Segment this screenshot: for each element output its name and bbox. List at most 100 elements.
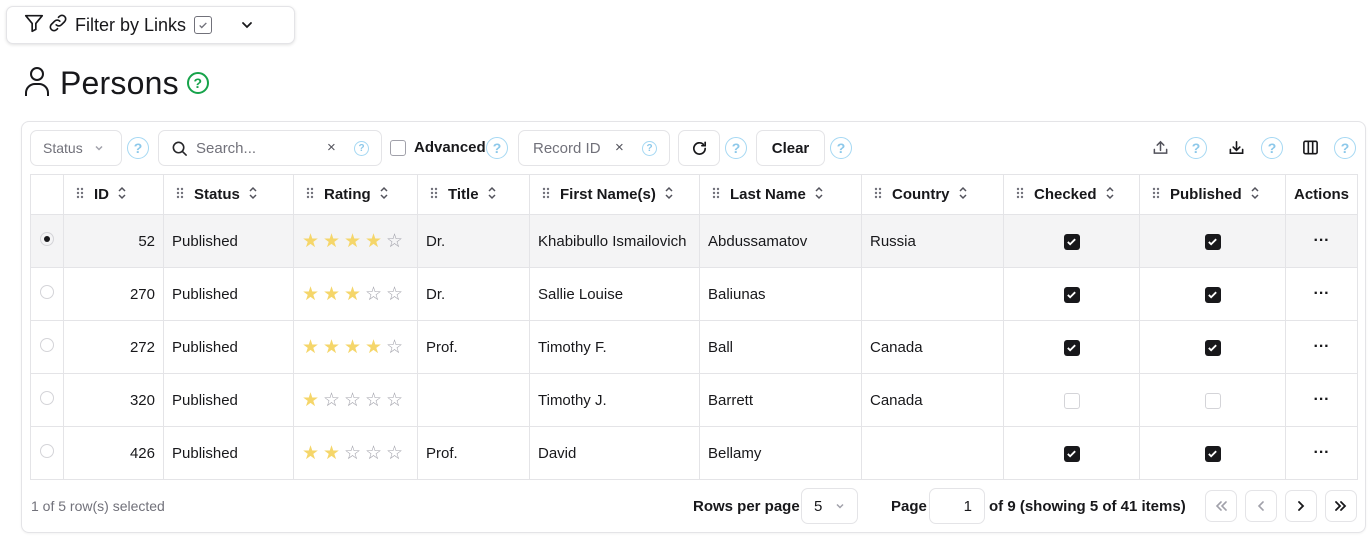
- last-page-button[interactable]: [1325, 490, 1357, 522]
- sort-icon[interactable]: [487, 186, 497, 204]
- star-filled-icon[interactable]: ★: [302, 444, 323, 463]
- previous-page-button[interactable]: [1245, 490, 1277, 522]
- star-filled-icon[interactable]: ★: [302, 285, 323, 304]
- download-help-icon[interactable]: ?: [1261, 137, 1283, 159]
- rating-stars[interactable]: ★ ★ ★ ★ ☆: [302, 338, 407, 357]
- drag-handle-icon[interactable]: [430, 186, 438, 203]
- star-empty-icon[interactable]: ☆: [365, 391, 386, 410]
- cell-rating[interactable]: ★ ★ ★ ☆ ☆: [293, 267, 418, 321]
- more-actions-icon[interactable]: ···: [1314, 338, 1330, 355]
- rating-stars[interactable]: ★ ★ ★ ☆ ☆: [302, 285, 407, 304]
- column-header-last-name[interactable]: Last Name: [699, 174, 862, 215]
- cell-rating[interactable]: ★ ☆ ☆ ☆ ☆: [293, 373, 418, 427]
- column-header-id[interactable]: ID: [63, 174, 164, 215]
- table-row[interactable]: 426 Published ★ ★ ☆ ☆ ☆ Prof. David Bellamy ···: [30, 426, 1359, 480]
- sort-icon[interactable]: [379, 186, 389, 204]
- star-filled-icon[interactable]: ★: [344, 338, 365, 357]
- column-header-published[interactable]: Published: [1139, 174, 1286, 215]
- chevron-down-icon[interactable]: [240, 18, 254, 32]
- table-row[interactable]: 272 Published ★ ★ ★ ★ ☆ Prof. Timothy F. Ball Cana…: [30, 320, 1359, 374]
- refresh-help-icon[interactable]: ?: [725, 137, 747, 159]
- advanced-checkbox[interactable]: [390, 140, 406, 156]
- page-number-input[interactable]: 1: [929, 488, 985, 524]
- search-help-icon[interactable]: ?: [354, 141, 369, 156]
- star-empty-icon[interactable]: ☆: [344, 391, 365, 410]
- cell-rating[interactable]: ★ ★ ★ ★ ☆: [293, 214, 418, 268]
- record-id-clear-icon[interactable]: ×: [615, 139, 624, 156]
- cell-actions[interactable]: ···: [1284, 267, 1359, 321]
- upload-icon[interactable]: [1152, 139, 1169, 156]
- star-filled-icon[interactable]: ★: [344, 232, 365, 251]
- star-empty-icon[interactable]: ☆: [365, 444, 386, 463]
- column-header-first-name[interactable]: First Name(s): [529, 174, 700, 215]
- star-filled-icon[interactable]: ★: [365, 338, 386, 357]
- status-filter-select[interactable]: Status: [30, 130, 122, 166]
- column-header-country[interactable]: Country: [861, 174, 1004, 215]
- sort-icon[interactable]: [1250, 186, 1260, 204]
- upload-help-icon[interactable]: ?: [1185, 137, 1207, 159]
- row-select-cell[interactable]: [30, 214, 64, 268]
- cell-actions[interactable]: ···: [1284, 373, 1359, 427]
- column-header-rating[interactable]: Rating: [293, 174, 418, 215]
- rating-stars[interactable]: ★ ★ ☆ ☆ ☆: [302, 444, 407, 463]
- star-filled-icon[interactable]: ★: [323, 285, 344, 304]
- table-row[interactable]: 270 Published ★ ★ ★ ☆ ☆ Dr. Sallie Louise Baliuna…: [30, 267, 1359, 321]
- clear-button[interactable]: Clear: [756, 130, 825, 166]
- filter-by-links-dropdown[interactable]: Filter by Links: [6, 6, 295, 44]
- rows-per-page-select[interactable]: 5: [801, 488, 858, 524]
- more-actions-icon[interactable]: ···: [1314, 285, 1330, 302]
- drag-handle-icon[interactable]: [306, 186, 314, 203]
- sort-icon[interactable]: [117, 186, 127, 204]
- star-empty-icon[interactable]: ☆: [386, 444, 407, 463]
- columns-help-icon[interactable]: ?: [1334, 137, 1356, 159]
- star-empty-icon[interactable]: ☆: [386, 338, 407, 357]
- table-row[interactable]: 320 Published ★ ☆ ☆ ☆ ☆ Timothy J. Barrett Canada…: [30, 373, 1359, 427]
- first-page-button[interactable]: [1205, 490, 1237, 522]
- cell-rating[interactable]: ★ ★ ☆ ☆ ☆: [293, 426, 418, 480]
- sort-icon[interactable]: [814, 186, 824, 204]
- star-filled-icon[interactable]: ★: [302, 338, 323, 357]
- row-select-cell[interactable]: [30, 320, 64, 374]
- column-header-title[interactable]: Title: [417, 174, 530, 215]
- row-select-radio[interactable]: [40, 444, 54, 458]
- rating-stars[interactable]: ★ ☆ ☆ ☆ ☆: [302, 391, 407, 410]
- star-empty-icon[interactable]: ☆: [386, 285, 407, 304]
- more-actions-icon[interactable]: ···: [1314, 232, 1330, 249]
- record-id-help-icon[interactable]: ?: [642, 141, 657, 156]
- row-select-cell[interactable]: [30, 426, 64, 480]
- row-select-cell[interactable]: [30, 267, 64, 321]
- columns-icon[interactable]: [1302, 139, 1319, 156]
- star-empty-icon[interactable]: ☆: [386, 232, 407, 251]
- drag-handle-icon[interactable]: [542, 186, 550, 203]
- star-empty-icon[interactable]: ☆: [344, 444, 365, 463]
- sort-icon[interactable]: [958, 186, 968, 204]
- sort-icon[interactable]: [664, 186, 674, 204]
- star-filled-icon[interactable]: ★: [302, 232, 323, 251]
- drag-handle-icon[interactable]: [874, 186, 882, 203]
- drag-handle-icon[interactable]: [176, 186, 184, 203]
- download-icon[interactable]: [1228, 139, 1245, 156]
- refresh-button[interactable]: [678, 130, 720, 166]
- more-actions-icon[interactable]: ···: [1314, 391, 1330, 408]
- row-select-radio[interactable]: [40, 285, 54, 299]
- help-icon[interactable]: ?: [186, 72, 209, 94]
- cell-actions[interactable]: ···: [1284, 214, 1359, 268]
- column-header-checked[interactable]: Checked: [1003, 174, 1140, 215]
- status-help-icon[interactable]: ?: [127, 137, 149, 159]
- drag-handle-icon[interactable]: [1152, 186, 1160, 203]
- clear-help-icon[interactable]: ?: [830, 137, 852, 159]
- star-filled-icon[interactable]: ★: [365, 232, 386, 251]
- column-header-status[interactable]: Status: [163, 174, 294, 215]
- table-row[interactable]: 52 Published ★ ★ ★ ★ ☆ Dr. Khabibullo Ismailovic…: [30, 214, 1359, 268]
- star-empty-icon[interactable]: ☆: [386, 391, 407, 410]
- rating-stars[interactable]: ★ ★ ★ ★ ☆: [302, 232, 407, 251]
- drag-handle-icon[interactable]: [1016, 186, 1024, 203]
- next-page-button[interactable]: [1285, 490, 1317, 522]
- star-filled-icon[interactable]: ★: [323, 232, 344, 251]
- cell-actions[interactable]: ···: [1284, 320, 1359, 374]
- star-filled-icon[interactable]: ★: [323, 338, 344, 357]
- star-empty-icon[interactable]: ☆: [323, 391, 344, 410]
- more-actions-icon[interactable]: ···: [1314, 444, 1330, 461]
- star-filled-icon[interactable]: ★: [302, 391, 323, 410]
- row-select-radio[interactable]: [40, 338, 54, 352]
